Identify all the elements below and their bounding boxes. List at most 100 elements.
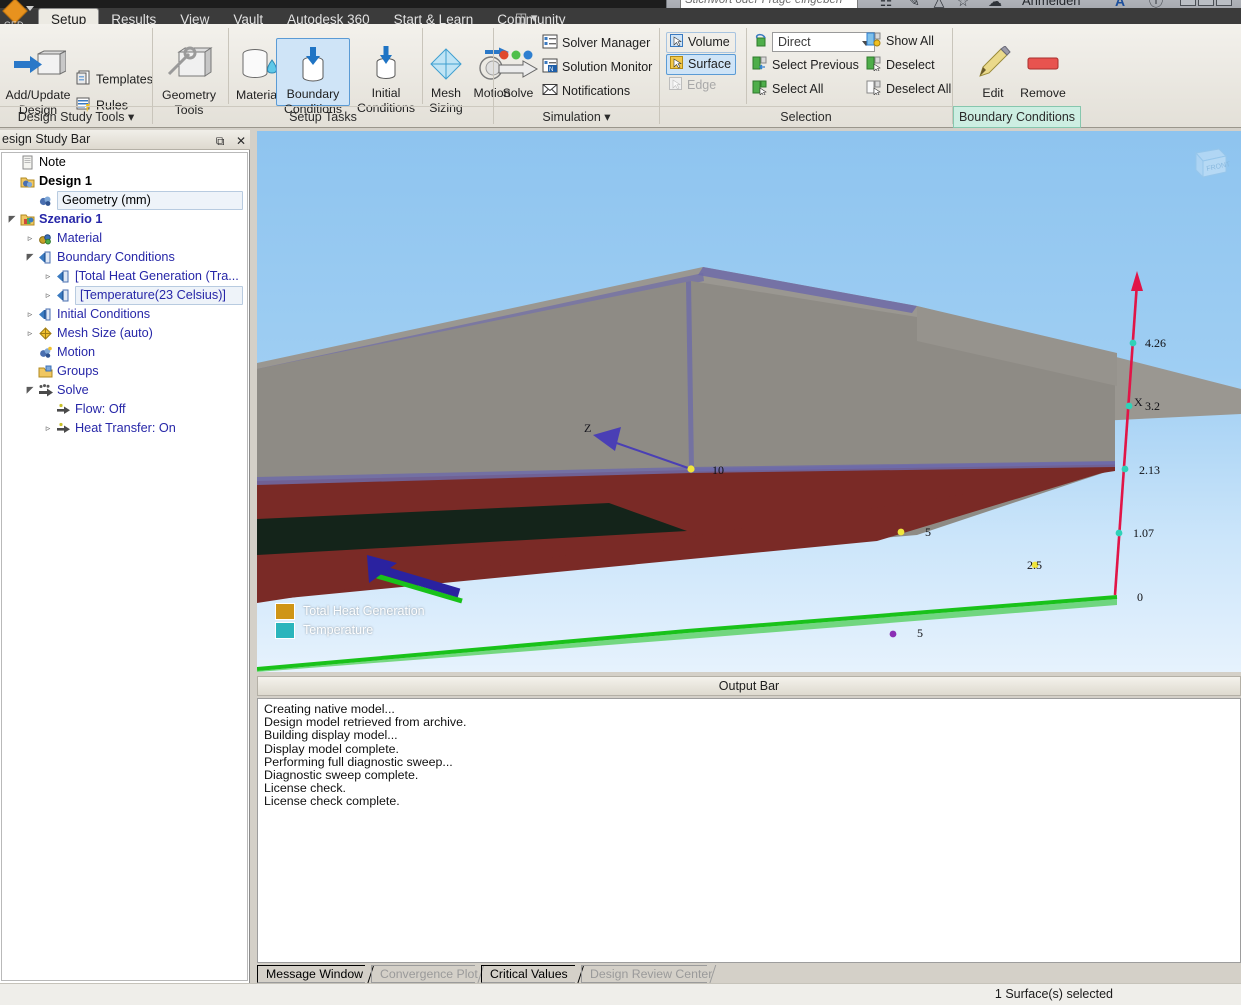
tree-item-note[interactable]: Note bbox=[2, 153, 247, 172]
show-all-label: Show All bbox=[886, 33, 934, 48]
boundary-conditions-label: Boundary bbox=[286, 87, 340, 101]
surface-select-toggle[interactable]: Surface bbox=[666, 54, 736, 75]
3d-model-render bbox=[257, 267, 1241, 672]
solution-monitor-button[interactable]: N Solution Monitor bbox=[542, 58, 652, 77]
initial-conditions-label: Initial bbox=[371, 86, 401, 100]
restore-icon[interactable]: ⧉ bbox=[216, 134, 225, 148]
templates-label: Templates bbox=[96, 72, 153, 87]
tree-item-mesh-size-auto[interactable]: ▹ Mesh Size (auto) bbox=[2, 324, 247, 343]
chevron-down-icon[interactable]: ▾ bbox=[604, 110, 610, 124]
tree-item-label: Flow: Off bbox=[75, 402, 126, 416]
tree-item-geometry-mm[interactable]: Geometry (mm) bbox=[2, 191, 247, 210]
edit-bc-button[interactable]: Edit bbox=[971, 45, 1015, 100]
output-tab-convergence-plot[interactable]: Convergence Plot bbox=[371, 965, 478, 983]
tree-item-material[interactable]: ▹ Material bbox=[2, 229, 247, 248]
message-line: License check complete. bbox=[264, 794, 400, 809]
initial-conditions-button[interactable]: Initial Conditions bbox=[353, 46, 419, 115]
volume-select-toggle[interactable]: Volume bbox=[666, 32, 736, 53]
deselect-all-label: Deselect All bbox=[886, 81, 952, 96]
tree-item-temperature-23-celsius[interactable]: ▹ [Temperature(23 Celsius)] bbox=[2, 286, 247, 305]
templates-button[interactable]: Templates bbox=[76, 70, 153, 90]
tree-item-boundary-conditions[interactable]: ◢ Boundary Conditions bbox=[2, 248, 247, 267]
chevron-down-icon[interactable] bbox=[26, 6, 34, 11]
select-all-button[interactable]: Select All bbox=[752, 80, 823, 99]
expand-arrow-icon[interactable]: ▹ bbox=[42, 419, 54, 438]
collapse-arrow-icon[interactable]: ◢ bbox=[6, 210, 18, 229]
tree-item-flow-off[interactable]: Flow: Off bbox=[2, 400, 247, 419]
edge-select-toggle[interactable]: Edge bbox=[666, 76, 736, 95]
status-bar: 1 Surface(s) selected bbox=[0, 983, 1241, 1005]
solver-manager-label: Solver Manager bbox=[562, 35, 651, 50]
tree-item-design-1[interactable]: Design 1 bbox=[2, 172, 247, 191]
deselect-button[interactable]: Deselect bbox=[866, 56, 935, 75]
panel-boundary-conditions-ctx: Edit Remove Boundary Conditions bbox=[953, 24, 1081, 128]
tree-item-label: Design 1 bbox=[39, 174, 92, 188]
panel-divider bbox=[228, 28, 229, 104]
selection-mode-dropdown[interactable]: Direct bbox=[772, 32, 875, 52]
notifications-button[interactable]: Notifications bbox=[542, 82, 630, 101]
geometry-tools-label: Geometry bbox=[162, 88, 216, 102]
panel-title-design-study-tools[interactable]: Design Study Tools ▾ bbox=[0, 106, 152, 128]
solve-button[interactable]: Solve bbox=[496, 50, 540, 100]
tree-item-solve[interactable]: ◢ Solve bbox=[2, 381, 247, 400]
close-icon[interactable] bbox=[1216, 0, 1232, 6]
selection-mode-icon bbox=[752, 33, 770, 52]
solution-monitor-label: Solution Monitor bbox=[562, 59, 653, 74]
tree-item-szenario-1[interactable]: ◢ Szenario 1 bbox=[2, 210, 247, 229]
x-tick-3: 3.2 bbox=[1145, 399, 1160, 413]
tree-item-heat-transfer-on[interactable]: ▹ Heat Transfer: On bbox=[2, 419, 247, 438]
boundary-conditions-button[interactable]: Boundary Conditions bbox=[276, 38, 350, 116]
output-tab-message-window[interactable]: Message Window bbox=[257, 965, 365, 983]
notifications-label: Notifications bbox=[562, 83, 631, 98]
output-bar-header[interactable]: Output Bar bbox=[257, 676, 1241, 696]
expand-arrow-icon[interactable]: ▹ bbox=[42, 267, 54, 286]
select-previous-icon bbox=[752, 56, 768, 75]
expand-arrow-icon[interactable]: ▹ bbox=[24, 305, 36, 324]
expand-arrow-icon[interactable]: ▹ bbox=[42, 286, 54, 305]
panel-selection: Volume Surface Edge Direct Select Previo… bbox=[660, 24, 952, 128]
edit-bc-label: Edit bbox=[982, 86, 1004, 100]
remove-bc-button[interactable]: Remove bbox=[1015, 46, 1071, 100]
collapse-arrow-icon[interactable]: ◢ bbox=[24, 248, 36, 267]
close-icon[interactable]: ✕ bbox=[236, 134, 246, 148]
panel-simulation: Solve Solver Manager N Solution Monitor … bbox=[494, 24, 659, 128]
deselect-all-icon bbox=[866, 80, 882, 99]
design-icon bbox=[20, 174, 36, 190]
tree-item-initial-conditions[interactable]: ▹ Initial Conditions bbox=[2, 305, 247, 324]
volume-select-label: Volume bbox=[688, 34, 730, 49]
solver-manager-button[interactable]: Solver Manager bbox=[542, 34, 650, 53]
design-study-tree[interactable]: Note Design 1 Geometry (mm) ◢ Szenario 1 ▹ Mat… bbox=[1, 152, 248, 981]
tree-item-label: Note bbox=[39, 155, 66, 169]
chevron-down-icon[interactable]: ▾ bbox=[128, 110, 134, 124]
heat-icon bbox=[56, 421, 72, 437]
panel-design-study-tools: Add/Update Design Templates Rules Design… bbox=[0, 24, 153, 128]
view-cube[interactable]: FRONT bbox=[1189, 139, 1233, 183]
panel-title-simulation[interactable]: Simulation ▾ bbox=[494, 106, 659, 128]
axis-label-x: X bbox=[1134, 395, 1143, 409]
show-all-button[interactable]: Show All bbox=[866, 32, 934, 51]
message-line: Building display model... bbox=[264, 728, 398, 743]
tree-item-motion[interactable]: Motion bbox=[2, 343, 247, 362]
3d-viewport[interactable]: X Z 4.26 3.2 2.13 1.07 0 10 5 2.5 5 FRON… bbox=[257, 131, 1241, 672]
tree-item-groups[interactable]: Groups bbox=[2, 362, 247, 381]
select-previous-button[interactable]: Select Previous bbox=[752, 56, 859, 75]
minimize-icon[interactable] bbox=[1180, 0, 1196, 6]
solution-monitor-icon: N bbox=[542, 58, 558, 77]
deselect-all-button[interactable]: Deselect All bbox=[866, 80, 951, 99]
remove-icon bbox=[1027, 57, 1059, 70]
output-tabs[interactable]: Message Window Convergence Plot Critical V… bbox=[257, 965, 1241, 983]
message-window[interactable]: Creating native model... Design model ret… bbox=[257, 698, 1241, 963]
expand-arrow-icon[interactable]: ▹ bbox=[24, 324, 36, 343]
solve-label: Solve bbox=[502, 86, 534, 100]
panel-setup-tasks: Geometry Tools Materials Boundary Condit… bbox=[153, 24, 510, 128]
tree-item-total-heat-generation-tra[interactable]: ▹ [Total Heat Generation (Tra... bbox=[2, 267, 247, 286]
tree-item-label: Groups bbox=[57, 364, 99, 378]
output-tab-critical-values[interactable]: Critical Values bbox=[481, 965, 575, 983]
collapse-arrow-icon[interactable]: ◢ bbox=[24, 381, 36, 400]
mesh-sizing-button[interactable]: Mesh Sizing bbox=[425, 46, 467, 115]
expand-arrow-icon[interactable]: ▹ bbox=[24, 229, 36, 248]
output-tab-design-review-center[interactable]: Design Review Center bbox=[581, 965, 712, 983]
ic-icon bbox=[38, 307, 54, 323]
maximize-icon[interactable] bbox=[1198, 0, 1214, 6]
edit-pencil-icon bbox=[979, 45, 1011, 77]
